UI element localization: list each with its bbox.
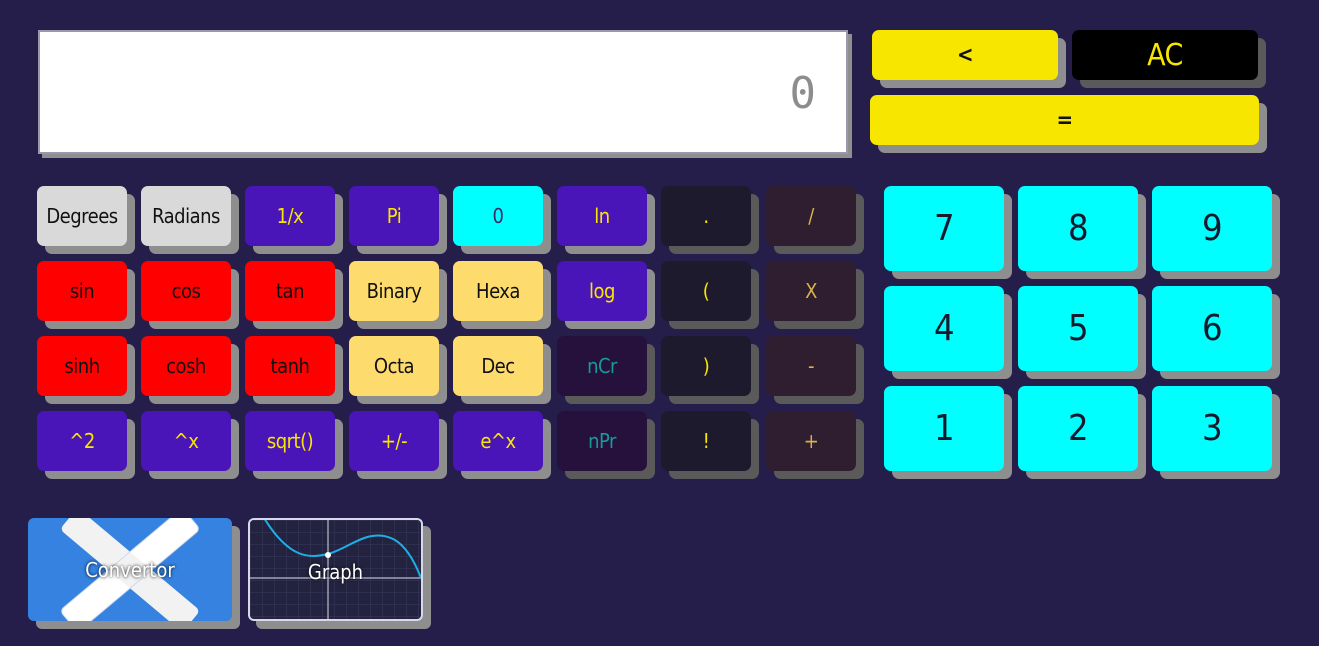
square-button[interactable]: ^2	[37, 411, 127, 471]
multiply-button[interactable]: X	[766, 261, 856, 321]
all-clear-button[interactable]: AC	[1072, 30, 1258, 80]
sign-toggle-button[interactable]: +/-	[349, 411, 439, 471]
sin-button[interactable]: sin	[37, 261, 127, 321]
cosh-button[interactable]: cosh	[141, 336, 231, 396]
digit-8-button[interactable]: 8	[1018, 186, 1138, 271]
octa-button[interactable]: Octa	[349, 336, 439, 396]
calculator-app: 0 < AC = Degrees Radians 1/x Pi 0 ln . /…	[0, 0, 1319, 646]
graph-tile[interactable]: Graph	[248, 518, 423, 621]
digit-2-button[interactable]: 2	[1018, 386, 1138, 471]
factorial-button[interactable]: !	[661, 411, 751, 471]
graph-label: Graph	[307, 560, 364, 584]
close-paren-button[interactable]: )	[661, 336, 751, 396]
decimal-button[interactable]: .	[661, 186, 751, 246]
open-paren-button[interactable]: (	[661, 261, 751, 321]
npr-button[interactable]: nPr	[557, 411, 647, 471]
zero-button[interactable]: 0	[453, 186, 543, 246]
digit-1-button[interactable]: 1	[884, 386, 1004, 471]
tanh-button[interactable]: tanh	[245, 336, 335, 396]
degrees-button[interactable]: Degrees	[37, 186, 127, 246]
sinh-button[interactable]: sinh	[37, 336, 127, 396]
add-button[interactable]: +	[766, 411, 856, 471]
reciprocal-button[interactable]: 1/x	[245, 186, 335, 246]
ln-button[interactable]: ln	[557, 186, 647, 246]
backspace-button[interactable]: <	[872, 30, 1058, 80]
display-value: 0	[789, 68, 817, 119]
convertor-label: Convertor	[85, 558, 175, 582]
tan-button[interactable]: tan	[245, 261, 335, 321]
binary-button[interactable]: Binary	[349, 261, 439, 321]
dec-button[interactable]: Dec	[453, 336, 543, 396]
log-button[interactable]: log	[557, 261, 647, 321]
digit-5-button[interactable]: 5	[1018, 286, 1138, 371]
ncr-button[interactable]: nCr	[557, 336, 647, 396]
digit-7-button[interactable]: 7	[884, 186, 1004, 271]
hexa-button[interactable]: Hexa	[453, 261, 543, 321]
digit-4-button[interactable]: 4	[884, 286, 1004, 371]
digit-9-button[interactable]: 9	[1152, 186, 1272, 271]
equals-button[interactable]: =	[870, 95, 1259, 145]
digit-6-button[interactable]: 6	[1152, 286, 1272, 371]
sqrt-button[interactable]: sqrt()	[245, 411, 335, 471]
pi-button[interactable]: Pi	[349, 186, 439, 246]
subtract-button[interactable]: -	[766, 336, 856, 396]
cos-button[interactable]: cos	[141, 261, 231, 321]
calculator-display: 0	[38, 30, 848, 154]
convertor-tile[interactable]: Convertor	[28, 518, 232, 621]
exp-button[interactable]: e^x	[453, 411, 543, 471]
divide-button[interactable]: /	[766, 186, 856, 246]
digit-3-button[interactable]: 3	[1152, 386, 1272, 471]
power-button[interactable]: ^x	[141, 411, 231, 471]
radians-button[interactable]: Radians	[141, 186, 231, 246]
